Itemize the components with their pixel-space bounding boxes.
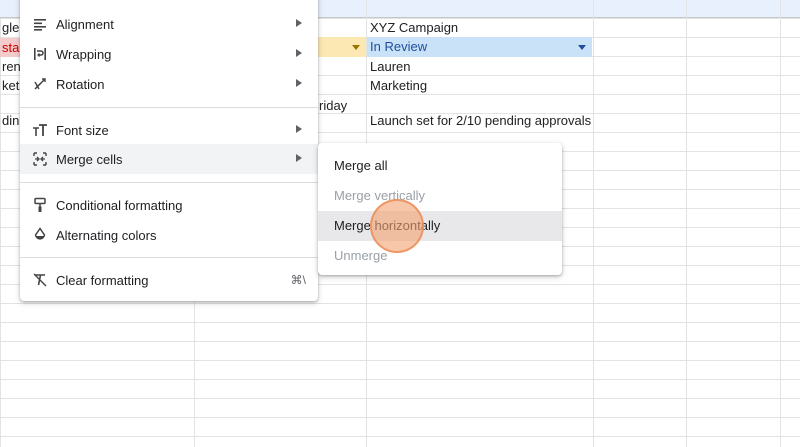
cell[interactable]: Launch set for 2/10 pending approvals: [370, 111, 610, 130]
menu-item-label: Conditional formatting: [56, 197, 183, 213]
shortcut-label: ⌘\: [290, 273, 306, 287]
menu-item-label: Wrapping: [56, 46, 112, 62]
dropdown-arrow-icon[interactable]: [352, 45, 360, 50]
submenu-arrow-icon: [296, 49, 302, 57]
cell[interactable]: XYZ Campaign: [370, 18, 592, 37]
submenu-item-merge-horizontally[interactable]: Merge horizontally: [318, 211, 562, 241]
menu-item-clear-formatting[interactable]: Clear formatting ⌘\: [20, 265, 318, 295]
menu-item-rotation[interactable]: Rotation: [20, 69, 318, 99]
menu-separator: [20, 182, 318, 183]
submenu-arrow-icon: [296, 79, 302, 87]
cell[interactable]: Lauren: [370, 57, 592, 76]
cell[interactable]: riday: [319, 96, 365, 115]
menu-item-label: Alternating colors: [56, 227, 157, 243]
submenu-item-merge-vertically: Merge vertically: [334, 188, 426, 203]
submenu-item-merge-all[interactable]: Merge all: [318, 151, 562, 181]
align-left-icon: [34, 19, 46, 31]
submenu-arrow-icon: [296, 19, 302, 27]
column-divider: [593, 0, 594, 447]
submenu-arrow-icon: [296, 154, 302, 162]
menu-item-merge-cells[interactable]: Merge cells: [20, 144, 318, 174]
menu-item-conditional-formatting[interactable]: Conditional formatting: [20, 190, 318, 220]
paint-roller-icon: [34, 197, 46, 212]
text-rotation-icon: [34, 78, 46, 90]
menu-item-wrapping[interactable]: Wrapping: [20, 39, 318, 69]
menu-item-label: Alignment: [56, 16, 114, 32]
menu-item-label: Rotation: [56, 76, 105, 92]
menu-separator: [20, 107, 318, 108]
text-wrap-icon: [34, 48, 46, 60]
dropdown-arrow-icon[interactable]: [578, 45, 586, 50]
column-divider: [686, 0, 687, 447]
menu-item-label: Font size: [56, 122, 109, 138]
format-menu: Alignment Wrapping Rotation Font size Me…: [20, 0, 318, 301]
fill-drop-icon: [34, 227, 46, 240]
mouse-cursor-highlight: [370, 199, 424, 253]
menu-item-alignment[interactable]: Alignment: [20, 9, 318, 39]
menu-item-label: Merge cells: [56, 151, 123, 167]
font-size-icon: [33, 124, 47, 136]
menu-separator: [20, 257, 318, 258]
column-divider: [780, 0, 781, 447]
submenu-item-unmerge: Unmerge: [334, 248, 388, 263]
submenu-arrow-icon: [296, 125, 302, 133]
menu-item-label: Clear formatting: [56, 272, 149, 288]
clear-format-icon: [33, 273, 47, 287]
cell[interactable]: Marketing: [370, 76, 592, 95]
merge-cells-icon: [33, 152, 47, 166]
cell-status-blue[interactable]: In Review: [367, 37, 592, 57]
menu-item-alternating-colors[interactable]: Alternating colors: [20, 220, 318, 250]
menu-item-font-size[interactable]: Font size: [20, 115, 318, 145]
merge-cells-submenu: Merge all Merge vertically Merge horizon…: [318, 143, 562, 275]
